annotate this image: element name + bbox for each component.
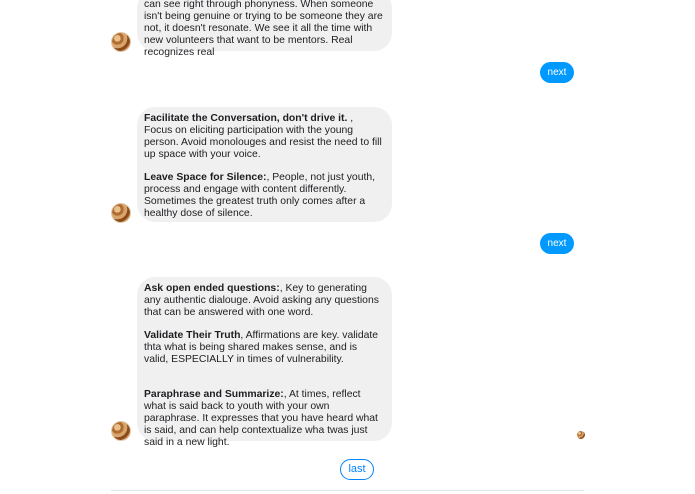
message-paragraph: can see right through phonyness. When so…	[144, 0, 384, 59]
message-paragraph: Facilitate the Conversation, don't drive…	[144, 113, 384, 161]
cookie-avatar-icon	[111, 421, 131, 441]
message-paragraph: Validate Their Truth, Affirmations are k…	[144, 330, 384, 366]
paragraph-heading: Paraphrase and Summarize:	[144, 389, 284, 400]
last-button[interactable]: last	[340, 459, 374, 480]
next-button[interactable]: next	[540, 62, 574, 83]
composer-divider	[111, 490, 584, 491]
message-paragraph: Ask open ended questions:, Key to genera…	[144, 283, 384, 319]
cookie-avatar-icon	[111, 32, 131, 52]
paragraph-heading: Facilitate the Conversation, don't drive…	[144, 113, 348, 124]
paragraph-text: can see right through phonyness. When so…	[144, 0, 383, 58]
paragraph-heading: Leave Space for Silence:	[144, 172, 267, 183]
read-receipt-avatar-icon	[577, 431, 585, 439]
paragraph-heading: Ask open ended questions:	[144, 283, 280, 294]
cookie-avatar-icon	[111, 203, 131, 223]
next-button[interactable]: next	[540, 233, 574, 254]
bot-message: Facilitate the Conversation, don't drive…	[137, 107, 392, 222]
message-paragraph: Paraphrase and Summarize:, At times, ref…	[144, 389, 384, 449]
message-paragraph: Leave Space for Silence:, People, not ju…	[144, 172, 384, 220]
bot-message: Ask open ended questions:, Key to genera…	[137, 277, 392, 448]
paragraph-heading: Validate Their Truth	[144, 330, 241, 341]
bot-message: can see right through phonyness. When so…	[137, 0, 392, 58]
